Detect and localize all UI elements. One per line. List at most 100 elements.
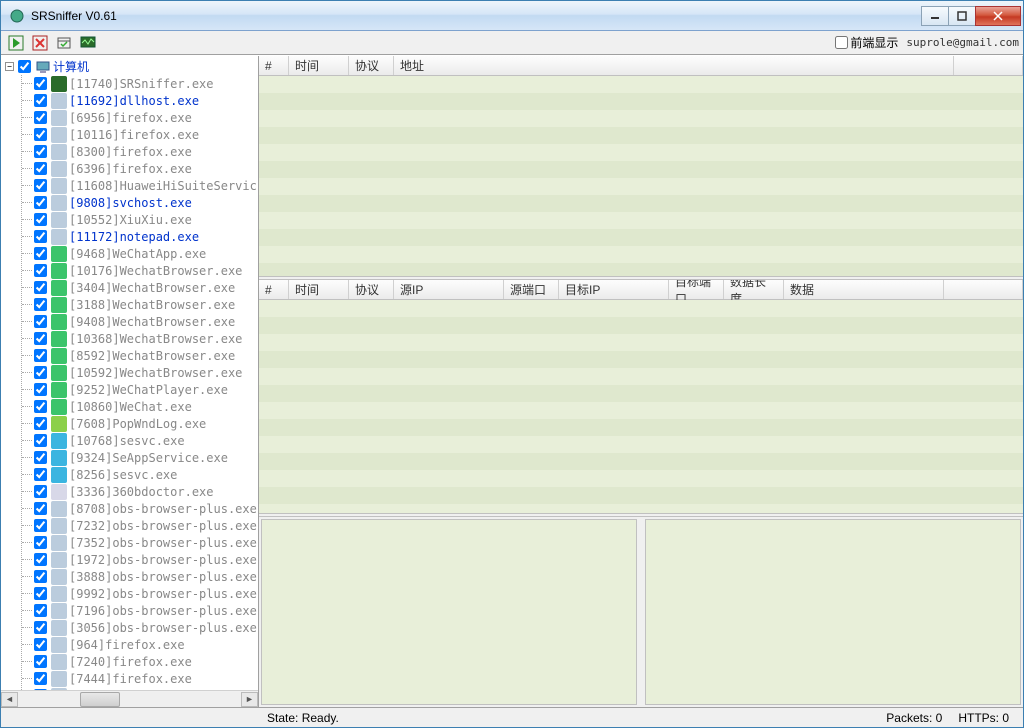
tree-item[interactable]: [8592]WechatBrowser.exe: [34, 347, 258, 364]
tree-item[interactable]: [9408]WechatBrowser.exe: [34, 313, 258, 330]
tree-item[interactable]: [10116]firefox.exe: [34, 126, 258, 143]
tree-item[interactable]: [3188]WechatBrowser.exe: [34, 296, 258, 313]
column-header[interactable]: 源IP: [394, 280, 504, 299]
packet-grid[interactable]: #时间协议源IP源端口目标IP目标端口数据长度数据: [259, 280, 1023, 513]
process-checkbox[interactable]: [34, 553, 47, 566]
tree-item[interactable]: [6396]firefox.exe: [34, 160, 258, 177]
tree-item[interactable]: [9808]svchost.exe: [34, 194, 258, 211]
tree-item[interactable]: [7240]firefox.exe: [34, 653, 258, 670]
process-checkbox[interactable]: [34, 298, 47, 311]
column-header[interactable]: #: [259, 56, 289, 75]
process-checkbox[interactable]: [34, 332, 47, 345]
options-button[interactable]: [53, 33, 75, 53]
start-capture-button[interactable]: [5, 33, 27, 53]
column-header[interactable]: 目标IP: [559, 280, 669, 299]
tree-item[interactable]: [7608]PopWndLog.exe: [34, 415, 258, 432]
scroll-left-icon[interactable]: ◄: [1, 692, 18, 707]
tree-item[interactable]: [11692]dllhost.exe: [34, 92, 258, 109]
tree-item[interactable]: [7444]firefox.exe: [34, 670, 258, 687]
process-checkbox[interactable]: [34, 145, 47, 158]
process-checkbox[interactable]: [34, 213, 47, 226]
splitter-vertical[interactable]: [639, 517, 643, 707]
process-checkbox[interactable]: [34, 94, 47, 107]
packet-grid-body[interactable]: [259, 300, 1023, 513]
tree-item[interactable]: [11608]HuaweiHiSuiteServic: [34, 177, 258, 194]
process-checkbox[interactable]: [34, 230, 47, 243]
tree-item[interactable]: [7232]obs-browser-plus.exe: [34, 517, 258, 534]
process-checkbox[interactable]: [34, 604, 47, 617]
monitor-button[interactable]: [77, 33, 99, 53]
tree-item[interactable]: [10860]WeChat.exe: [34, 398, 258, 415]
process-checkbox[interactable]: [34, 519, 47, 532]
process-checkbox[interactable]: [34, 434, 47, 447]
collapse-icon[interactable]: −: [5, 62, 14, 71]
tree-item[interactable]: [8300]firefox.exe: [34, 143, 258, 160]
process-checkbox[interactable]: [34, 128, 47, 141]
tree-item[interactable]: [8256]sesvc.exe: [34, 466, 258, 483]
tree-item[interactable]: [3336]360bdoctor.exe: [34, 483, 258, 500]
process-checkbox[interactable]: [34, 587, 47, 600]
maximize-button[interactable]: [948, 6, 976, 26]
tree-item[interactable]: [10368]WechatBrowser.exe: [34, 330, 258, 347]
tree-hscrollbar[interactable]: ◄ ►: [1, 690, 258, 707]
process-checkbox[interactable]: [34, 570, 47, 583]
process-tree[interactable]: − 计算机 [11740]SRSniffer.exe[11692]dllhost…: [1, 56, 258, 690]
tree-item[interactable]: [9252]WeChatPlayer.exe: [34, 381, 258, 398]
request-grid-body[interactable]: [259, 76, 1023, 276]
column-header[interactable]: 源端口: [504, 280, 559, 299]
tree-item[interactable]: [9468]WeChatApp.exe: [34, 245, 258, 262]
tree-item[interactable]: [10552]XiuXiu.exe: [34, 211, 258, 228]
detail-panel-left[interactable]: [261, 519, 637, 705]
process-checkbox[interactable]: [34, 502, 47, 515]
process-checkbox[interactable]: [34, 281, 47, 294]
process-checkbox[interactable]: [34, 638, 47, 651]
process-checkbox[interactable]: [34, 400, 47, 413]
minimize-button[interactable]: [921, 6, 949, 26]
tree-item[interactable]: [11740]SRSniffer.exe: [34, 75, 258, 92]
column-header[interactable]: #: [259, 280, 289, 299]
titlebar[interactable]: SRSniffer V0.61: [1, 1, 1023, 31]
column-header[interactable]: 时间: [289, 280, 349, 299]
tree-item[interactable]: [964]firefox.exe: [34, 636, 258, 653]
process-checkbox[interactable]: [34, 179, 47, 192]
tree-item[interactable]: [6956]firefox.exe: [34, 109, 258, 126]
column-header[interactable]: 数据长度: [724, 280, 784, 299]
process-checkbox[interactable]: [34, 655, 47, 668]
process-checkbox[interactable]: [34, 621, 47, 634]
tree-item[interactable]: [7352]obs-browser-plus.exe: [34, 534, 258, 551]
tree-item[interactable]: [10768]sesvc.exe: [34, 432, 258, 449]
process-checkbox[interactable]: [34, 468, 47, 481]
tree-item[interactable]: [10176]WechatBrowser.exe: [34, 262, 258, 279]
process-checkbox[interactable]: [34, 264, 47, 277]
process-checkbox[interactable]: [34, 366, 47, 379]
stop-capture-button[interactable]: [29, 33, 51, 53]
tree-item[interactable]: [9992]obs-browser-plus.exe: [34, 585, 258, 602]
tree-item[interactable]: [3888]obs-browser-plus.exe: [34, 568, 258, 585]
detail-panel-right[interactable]: [645, 519, 1021, 705]
process-checkbox[interactable]: [34, 536, 47, 549]
root-checkbox[interactable]: [18, 60, 31, 73]
process-checkbox[interactable]: [34, 77, 47, 90]
tree-item[interactable]: [1972]obs-browser-plus.exe: [34, 551, 258, 568]
process-checkbox[interactable]: [34, 349, 47, 362]
close-button[interactable]: [975, 6, 1021, 26]
tree-item[interactable]: [8708]obs-browser-plus.exe: [34, 500, 258, 517]
column-header[interactable]: 协议: [349, 280, 394, 299]
process-checkbox[interactable]: [34, 672, 47, 685]
process-checkbox[interactable]: [34, 485, 47, 498]
tree-item[interactable]: [3404]WechatBrowser.exe: [34, 279, 258, 296]
tree-item[interactable]: [9324]SeAppService.exe: [34, 449, 258, 466]
tree-item[interactable]: [3056]obs-browser-plus.exe: [34, 619, 258, 636]
column-header[interactable]: 时间: [289, 56, 349, 75]
tree-item[interactable]: [7196]obs-browser-plus.exe: [34, 602, 258, 619]
frontend-display-checkbox[interactable]: 前端显示: [835, 34, 898, 51]
column-header[interactable]: 数据: [784, 280, 944, 299]
process-checkbox[interactable]: [34, 111, 47, 124]
column-header[interactable]: 目标端口: [669, 280, 724, 299]
process-checkbox[interactable]: [34, 315, 47, 328]
process-checkbox[interactable]: [34, 451, 47, 464]
scroll-right-icon[interactable]: ►: [241, 692, 258, 707]
process-checkbox[interactable]: [34, 417, 47, 430]
tree-item[interactable]: [11172]notepad.exe: [34, 228, 258, 245]
process-checkbox[interactable]: [34, 162, 47, 175]
